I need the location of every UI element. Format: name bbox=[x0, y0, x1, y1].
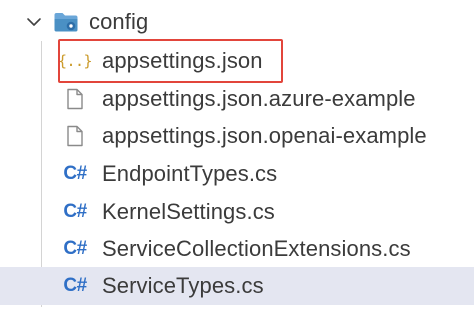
folder-label: config bbox=[89, 9, 149, 34]
csharp-icon: C# bbox=[63, 238, 87, 259]
file-label: ServiceCollectionExtensions.cs bbox=[102, 236, 411, 261]
file-label: EndpointTypes.cs bbox=[102, 161, 278, 186]
file-label: KernelSettings.cs bbox=[102, 199, 275, 224]
chevron-down-icon[interactable] bbox=[26, 14, 42, 30]
file-label: appsettings.json.openai-example bbox=[102, 123, 427, 148]
folder-row-config[interactable]: config bbox=[0, 3, 474, 41]
file-icon bbox=[63, 86, 87, 112]
file-row-servicecollectionextensions-cs[interactable]: C# ServiceCollectionExtensions.cs bbox=[0, 230, 474, 268]
csharp-icon: C# bbox=[63, 275, 87, 296]
file-explorer-tree: config {..} appsettings.json appsettings… bbox=[0, 0, 474, 309]
folder-config-icon bbox=[53, 11, 79, 33]
file-row-openai-example[interactable]: appsettings.json.openai-example bbox=[0, 117, 474, 155]
file-row-kernelsettings-cs[interactable]: C# KernelSettings.cs bbox=[0, 193, 474, 231]
file-row-servicetypes-cs[interactable]: C# ServiceTypes.cs bbox=[0, 267, 474, 305]
file-row-azure-example[interactable]: appsettings.json.azure-example bbox=[0, 80, 474, 118]
csharp-icon: C# bbox=[63, 201, 87, 222]
json-icon: {..} bbox=[57, 52, 93, 70]
file-row-appsettings-json[interactable]: {..} appsettings.json bbox=[0, 42, 474, 80]
csharp-icon: C# bbox=[63, 163, 87, 184]
file-label: appsettings.json.azure-example bbox=[102, 86, 416, 111]
file-row-endpointtypes-cs[interactable]: C# EndpointTypes.cs bbox=[0, 155, 474, 193]
file-label: appsettings.json bbox=[102, 48, 263, 73]
file-label: ServiceTypes.cs bbox=[102, 273, 264, 298]
file-icon bbox=[63, 123, 87, 149]
